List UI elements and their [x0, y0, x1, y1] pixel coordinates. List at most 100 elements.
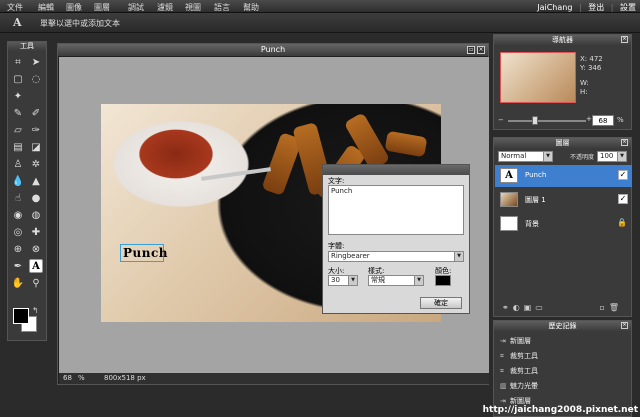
chevron-down-icon: ▼: [454, 252, 463, 261]
fx-icon[interactable]: ◐: [513, 303, 524, 312]
close-icon[interactable]: ×: [621, 139, 628, 146]
layer-row[interactable]: A Punch ✓: [495, 165, 632, 187]
navigator-title-bar[interactable]: 導航器 ×: [494, 35, 631, 45]
lasso-tool-icon[interactable]: ◌: [29, 72, 43, 86]
folder-icon[interactable]: ▭: [535, 303, 547, 312]
size-value: 30: [331, 276, 340, 284]
font-select[interactable]: Ringbearer ▼: [328, 251, 464, 262]
foreground-color-swatch[interactable]: [13, 308, 29, 324]
options-bar: A 單擊以選中或添加文本: [0, 13, 640, 33]
history-item-label: 新圖層: [510, 337, 531, 345]
picker-tool-icon[interactable]: ✒: [11, 259, 25, 273]
x-label: X:: [580, 55, 588, 63]
dodge-tool-icon[interactable]: ◉: [11, 208, 25, 222]
close-icon[interactable]: ×: [621, 322, 628, 329]
history-title-bar[interactable]: 歷史記錄 ×: [494, 321, 631, 331]
menu-adjust[interactable]: 調試: [128, 2, 144, 13]
hand-tool-icon[interactable]: ✋: [11, 276, 25, 290]
burn-tool-icon[interactable]: ◍: [29, 208, 43, 222]
blend-mode-select[interactable]: Normal ▼: [498, 151, 553, 162]
text-layer-box[interactable]: Punch: [120, 244, 168, 262]
logout-link[interactable]: 登出: [588, 3, 604, 12]
zoom-unit: %: [78, 374, 85, 382]
swap-colors-icon[interactable]: ↰: [32, 306, 39, 315]
stamp-tool-icon[interactable]: ♙: [11, 157, 25, 171]
zoom-slider-handle[interactable]: [532, 116, 538, 125]
history-item[interactable]: ▥ 魅力光暈: [500, 381, 538, 391]
pencil-tool-icon[interactable]: ✎: [11, 106, 25, 120]
filter-icon: ▥: [500, 382, 507, 390]
opacity-select[interactable]: 100 ▼: [597, 151, 627, 162]
close-icon[interactable]: ×: [621, 36, 628, 43]
ok-button[interactable]: 確定: [420, 297, 462, 309]
history-item[interactable]: ⌗ 裁剪工具: [500, 366, 538, 376]
history-item-label: 裁剪工具: [510, 367, 538, 375]
spot-heal-icon[interactable]: ✚: [29, 225, 43, 239]
history-item-label: 新圖層: [510, 397, 531, 405]
style-select[interactable]: 常規 ▼: [368, 275, 424, 286]
history-item[interactable]: ⌗ 裁剪工具: [500, 351, 538, 361]
marquee-tool-icon[interactable]: ▢: [11, 72, 25, 86]
layer-row[interactable]: 圖層 1 ✓: [495, 189, 632, 211]
sharpen-tool-icon[interactable]: ▲: [29, 174, 43, 188]
brush-tool-icon[interactable]: ✐: [29, 106, 43, 120]
document-title-bar[interactable]: Punch ▫ ×: [58, 44, 488, 56]
text-dialog: 文字: Punch 字體: Ringbearer ▼ 大小: 30 ▼ 樣式: …: [322, 164, 470, 314]
redeye-tool-icon[interactable]: ◎: [11, 225, 25, 239]
smudge-tool-icon[interactable]: ☝: [11, 191, 25, 205]
navigator-zoom-input[interactable]: 68: [592, 115, 614, 126]
text-dialog-title-bar[interactable]: [323, 165, 469, 175]
menu-edit[interactable]: 編輯: [38, 2, 54, 13]
gradient-tool-icon[interactable]: ▤: [11, 140, 25, 154]
close-icon[interactable]: ×: [477, 46, 485, 54]
zoom-slider[interactable]: [508, 116, 586, 125]
history-item[interactable]: ⇥ 新圖層: [500, 336, 531, 346]
background-layer-thumbnail: [500, 216, 518, 231]
menu-language[interactable]: 語言: [214, 2, 230, 13]
mask-icon[interactable]: ▣: [524, 303, 536, 312]
layer-name: 背景: [525, 220, 539, 228]
text-input[interactable]: Punch: [328, 185, 464, 235]
zoom-tool-icon[interactable]: ⚲: [29, 276, 43, 290]
layer-row[interactable]: 背景 🔒: [495, 213, 632, 235]
menu-file[interactable]: 文件: [7, 2, 23, 13]
zoom-out-icon[interactable]: −: [498, 116, 504, 124]
navigator-thumbnail[interactable]: [500, 52, 576, 103]
zoom-in-icon[interactable]: +: [586, 115, 592, 123]
chevron-down-icon: ▼: [414, 276, 423, 285]
link-icon[interactable]: ⚭: [502, 303, 513, 312]
wand-tool-icon[interactable]: ✦: [11, 89, 25, 103]
sponge-tool-icon[interactable]: ●: [29, 191, 43, 205]
drop-tool-icon[interactable]: 💧: [11, 174, 25, 188]
pinch-tool-icon[interactable]: ⊗: [29, 242, 43, 256]
size-select[interactable]: 30 ▼: [328, 275, 358, 286]
navigator-title: 導航器: [552, 36, 573, 44]
eraser-tool-icon[interactable]: ▱: [11, 123, 25, 137]
type-tool-icon[interactable]: A: [29, 259, 43, 273]
layer-visibility-checkbox[interactable]: ✓: [618, 170, 628, 180]
y-label: Y:: [580, 64, 586, 72]
w-label: W:: [580, 79, 589, 87]
menu-layer[interactable]: 圖層: [94, 2, 110, 13]
layers-title-bar[interactable]: 圖層 ×: [494, 138, 631, 148]
menu-filter[interactable]: 濾鏡: [157, 2, 173, 13]
move-tool-icon[interactable]: ➤: [29, 55, 43, 69]
menu-help[interactable]: 幫助: [243, 2, 259, 13]
new-layer-icon[interactable]: ▫: [599, 303, 608, 312]
font-label: 字體:: [328, 242, 345, 250]
replace-color-icon[interactable]: ✑: [29, 123, 43, 137]
crop-tool-icon[interactable]: ⌗: [11, 55, 25, 69]
zoom-value[interactable]: 68: [63, 373, 72, 384]
trash-icon[interactable]: 🗑: [609, 303, 623, 312]
bloat-tool-icon[interactable]: ⊕: [11, 242, 25, 256]
menu-image[interactable]: 圖像: [66, 2, 82, 13]
photo-detail: [384, 130, 428, 158]
fill-tool-icon[interactable]: ◪: [29, 140, 43, 154]
color-replace-icon[interactable]: ✲: [29, 157, 43, 171]
maximize-icon[interactable]: ▫: [467, 46, 475, 54]
settings-link[interactable]: 設置: [620, 3, 636, 12]
text-color-swatch[interactable]: [435, 275, 451, 286]
menu-view[interactable]: 視圖: [185, 2, 201, 13]
layer-visibility-checkbox[interactable]: ✓: [618, 194, 628, 204]
layers-panel: 圖層 × Normal ▼ 不透明度 100 ▼ A Punch ✓ 圖層 1 …: [493, 137, 632, 317]
